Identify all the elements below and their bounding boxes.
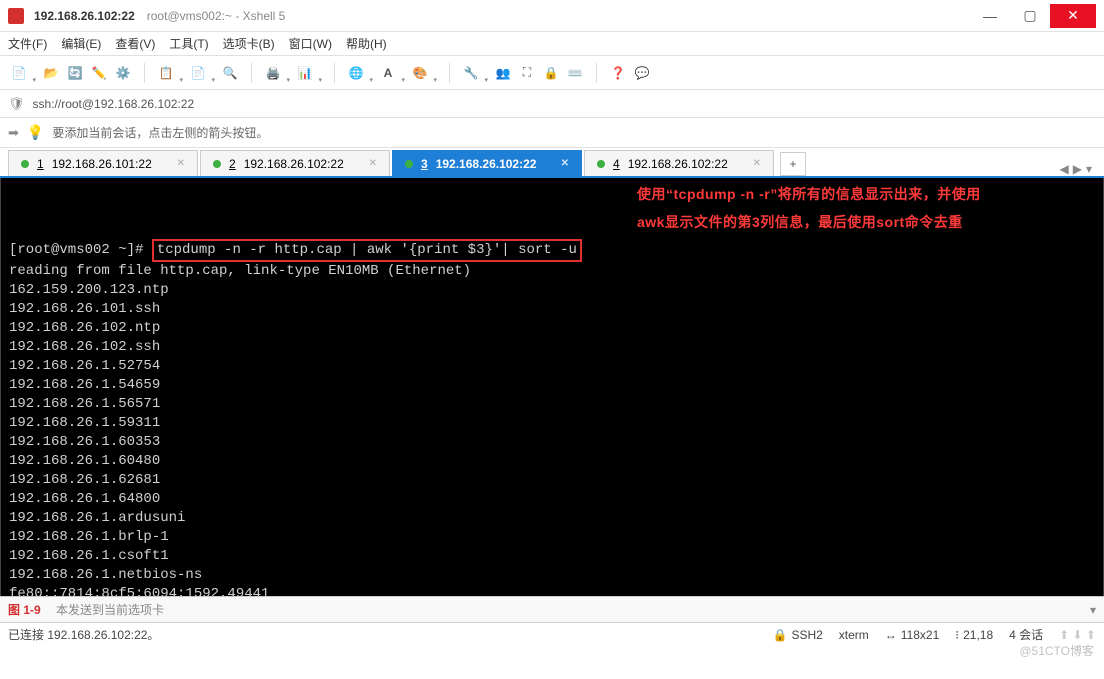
- menu-edit[interactable]: 编辑(E): [61, 35, 101, 52]
- menu-tabs[interactable]: 选项卡(B): [223, 35, 275, 52]
- compose-placeholder: 本发送到当前选项卡: [56, 601, 164, 618]
- menu-file[interactable]: 文件(F): [8, 35, 47, 52]
- window-title-sub: root@vms002:~ - Xshell 5: [147, 9, 286, 23]
- disconnect-icon[interactable]: ✏️: [88, 62, 110, 84]
- shield-icon: 🛡: [8, 96, 25, 112]
- font-icon[interactable]: A: [377, 62, 399, 84]
- status-term: xterm: [839, 628, 869, 642]
- tab-2[interactable]: 2 192.168.26.102:22 ✕: [200, 150, 390, 176]
- tab-1[interactable]: 1 192.168.26.101:22 ✕: [8, 150, 198, 176]
- tab-label: 192.168.26.102:22: [244, 157, 344, 171]
- info-tip: 要添加当前会话，点击左侧的箭头按钮。: [52, 124, 268, 141]
- color-icon[interactable]: 🎨: [409, 62, 431, 84]
- tab-label: 192.168.26.102:22: [436, 157, 537, 171]
- tab-label: 192.168.26.102:22: [628, 157, 728, 171]
- terminal[interactable]: 使用“tcpdump -n -r”将所有的信息显示出来，并使用 awk显示文件的…: [0, 178, 1104, 596]
- help-icon[interactable]: ❓: [607, 62, 629, 84]
- search-icon[interactable]: 🔍: [219, 62, 241, 84]
- compose-dropdown-icon[interactable]: ▾: [1090, 603, 1096, 617]
- tab-close-icon[interactable]: ✕: [369, 158, 377, 169]
- tab-number: 3: [421, 157, 428, 171]
- info-bar: ➡ 💡 要添加当前会话，点击左侧的箭头按钮。: [0, 118, 1104, 148]
- tab-number: 1: [37, 157, 44, 171]
- separator: [596, 63, 597, 83]
- chat-icon[interactable]: 💬: [631, 62, 653, 84]
- prompt: [root@vms002 ~]#: [9, 242, 152, 258]
- open-icon[interactable]: 📂: [40, 62, 62, 84]
- maximize-button[interactable]: ▢: [1010, 4, 1050, 28]
- status-sessions: 4 会话: [1009, 626, 1043, 643]
- menu-tools[interactable]: 工具(T): [169, 35, 208, 52]
- settings-icon[interactable]: 🔧: [460, 62, 482, 84]
- separator: [449, 63, 450, 83]
- status-dot-icon: [213, 160, 221, 168]
- tab-bar: 1 192.168.26.101:22 ✕ 2 192.168.26.102:2…: [0, 148, 1104, 178]
- users-icon[interactable]: 👥: [492, 62, 514, 84]
- menu-window[interactable]: 窗口(W): [289, 35, 332, 52]
- status-dot-icon: [405, 160, 413, 168]
- add-tab-button[interactable]: +: [780, 152, 806, 176]
- menu-help[interactable]: 帮助(H): [346, 35, 387, 52]
- print-icon[interactable]: 🖨️: [262, 62, 284, 84]
- app-icon: [8, 8, 24, 24]
- window-title-main: 192.168.26.102:22: [34, 9, 135, 23]
- separator: [144, 63, 145, 83]
- new-session-icon[interactable]: 📄: [8, 62, 30, 84]
- transfer-icon[interactable]: 📊: [294, 62, 316, 84]
- toolbar: 📄 📂 🔄 ✏️ ⚙️ 📋 📄 🔍 🖨️ 📊 🌐 A 🎨 🔧 👥 ⛶ 🔒 ⌨️ …: [0, 56, 1104, 90]
- command-highlight: tcpdump -n -r http.cap | awk '{print $3}…: [152, 239, 582, 262]
- arrow-icon[interactable]: ➡: [8, 125, 19, 141]
- tab-number: 2: [229, 157, 236, 171]
- status-connected: 已连接 192.168.26.102:22。: [8, 626, 159, 643]
- properties-icon[interactable]: ⚙️: [112, 62, 134, 84]
- status-dot-icon: [597, 160, 605, 168]
- status-bar: 已连接 192.168.26.102:22。 🔒 SSH2 xterm ↔ 11…: [0, 622, 1104, 646]
- separator: [334, 63, 335, 83]
- reconnect-icon[interactable]: 🔄: [64, 62, 86, 84]
- close-button[interactable]: ✕: [1050, 4, 1096, 28]
- bulb-icon: 💡: [27, 124, 44, 141]
- globe-icon[interactable]: 🌐: [345, 62, 367, 84]
- watermark: @51CTO博客: [1019, 642, 1094, 659]
- menu-view[interactable]: 查看(V): [115, 35, 155, 52]
- terminal-output: 162.159.200.123.ntp 192.168.26.101.ssh 1…: [9, 281, 1095, 596]
- window-controls: — ▢ ✕: [970, 4, 1096, 28]
- paste-icon[interactable]: 📄: [187, 62, 209, 84]
- tab-prev-icon[interactable]: ◀: [1060, 162, 1069, 176]
- status-size: ↔ 118x21: [885, 628, 939, 642]
- address-bar: 🛡 ssh://root@192.168.26.102:22: [0, 90, 1104, 118]
- copy-icon[interactable]: 📋: [155, 62, 177, 84]
- terminal-line: reading from file http.cap, link-type EN…: [9, 263, 471, 279]
- title-bar: 192.168.26.102:22 root@vms002:~ - Xshell…: [0, 0, 1104, 32]
- compose-bar[interactable]: 图 1-9 本发送到当前选项卡 ▾: [0, 596, 1104, 622]
- fullscreen-icon[interactable]: ⛶: [516, 62, 538, 84]
- tab-list-icon[interactable]: ▾: [1086, 162, 1092, 176]
- annotation-2: awk显示文件的第3列信息，最后使用sort命令去重: [637, 210, 1093, 234]
- separator: [251, 63, 252, 83]
- status-cursor: ⁝ 21,18: [955, 628, 993, 642]
- tab-close-icon[interactable]: ✕: [561, 158, 569, 169]
- tab-3[interactable]: 3 192.168.26.102:22 ✕: [392, 150, 582, 176]
- address-url[interactable]: ssh://root@192.168.26.102:22: [33, 97, 195, 111]
- status-caps: ⬆ ⬇ ⬆: [1059, 628, 1096, 642]
- tab-number: 4: [613, 157, 620, 171]
- keyboard-icon[interactable]: ⌨️: [564, 62, 586, 84]
- tab-4[interactable]: 4 192.168.26.102:22 ✕: [584, 150, 774, 176]
- tab-close-icon[interactable]: ✕: [753, 158, 761, 169]
- figure-label: 图 1-9: [8, 601, 41, 618]
- status-protocol: 🔒 SSH2: [772, 628, 822, 642]
- tab-label: 192.168.26.101:22: [52, 157, 152, 171]
- menu-bar: 文件(F) 编辑(E) 查看(V) 工具(T) 选项卡(B) 窗口(W) 帮助(…: [0, 32, 1104, 56]
- tab-next-icon[interactable]: ▶: [1073, 162, 1082, 176]
- minimize-button[interactable]: —: [970, 4, 1010, 28]
- status-dot-icon: [21, 160, 29, 168]
- lock-icon[interactable]: 🔒: [540, 62, 562, 84]
- annotation-1: 使用“tcpdump -n -r”将所有的信息显示出来，并使用: [637, 182, 1093, 206]
- tab-close-icon[interactable]: ✕: [177, 158, 185, 169]
- tab-nav: ◀ ▶ ▾: [1060, 162, 1097, 176]
